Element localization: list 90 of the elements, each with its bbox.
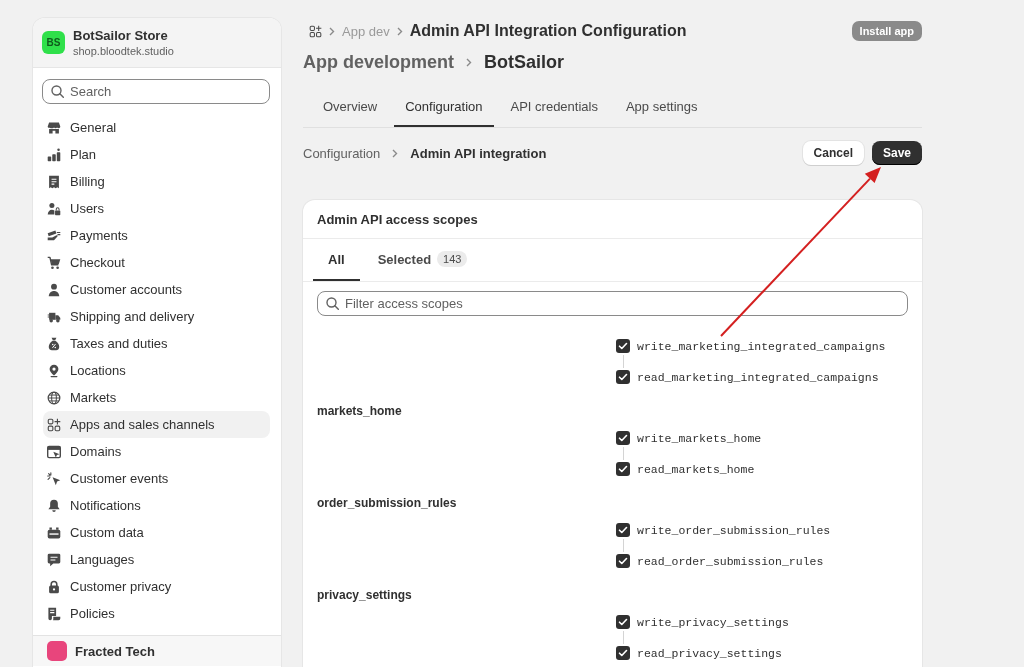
scope-group-name: markets_home <box>317 403 402 419</box>
sidebar-item[interactable]: Plan <box>43 141 270 168</box>
sidebar-item[interactable]: Custom data <box>43 519 270 546</box>
store-domain: shop.bloodtek.studio <box>73 44 174 58</box>
sidebar-item[interactable]: Customer events <box>43 465 270 492</box>
checkbox[interactable] <box>616 462 630 476</box>
chevron-right-icon <box>466 57 472 67</box>
users-icon <box>47 201 61 216</box>
sidebar-item[interactable]: Languages <box>43 546 270 573</box>
bar-chart-icon <box>47 147 61 162</box>
store-switcher[interactable]: Fracted Tech <box>33 635 281 666</box>
sidebar-item[interactable]: Apps and sales channels <box>43 411 270 438</box>
page-title: BotSailor <box>484 51 565 73</box>
count-badge: 143 <box>437 251 468 267</box>
tab[interactable]: API credentials <box>499 88 609 127</box>
chevron-right-icon <box>396 26 403 36</box>
card-title: Admin API access scopes <box>317 211 478 227</box>
tab[interactable]: Overview <box>312 88 389 127</box>
scope-label: write_marketing_integrated_campaigns <box>637 339 886 353</box>
scope-group-name: order_submission_rules <box>317 495 457 511</box>
scope-label: read_markets_home <box>637 462 755 476</box>
checkbox[interactable] <box>616 554 630 568</box>
sidebar-item[interactable]: Billing <box>43 168 270 195</box>
sidebar-item[interactable]: Locations <box>43 357 270 384</box>
checkbox[interactable] <box>616 523 630 537</box>
search-field[interactable]: Search <box>42 79 270 104</box>
money-bag-icon <box>47 336 61 351</box>
sidebar-item[interactable]: Notifications <box>43 492 270 519</box>
speech-bubble-icon <box>47 552 61 567</box>
store-icon <box>47 120 61 135</box>
sidebar-item[interactable]: Customer privacy <box>43 573 270 600</box>
apps-icon <box>47 417 61 432</box>
search-icon <box>326 297 339 310</box>
scope-label: read_marketing_integrated_campaigns <box>637 370 879 384</box>
browser-window-icon <box>47 444 61 459</box>
globe-icon <box>47 390 61 405</box>
scope-group-name: privacy_settings <box>317 587 412 603</box>
store-name: Fracted Tech <box>75 643 155 659</box>
connector-line <box>622 631 624 644</box>
checkbox[interactable] <box>616 646 630 660</box>
cancel-button[interactable]: Cancel <box>802 141 864 165</box>
checkbox[interactable] <box>616 431 630 445</box>
breadcrumb-link[interactable]: App development <box>303 51 454 73</box>
save-button[interactable]: Save <box>871 141 922 165</box>
hand-card-icon <box>47 228 61 243</box>
chevron-right-icon <box>329 26 335 36</box>
scope-label: read_privacy_settings <box>637 646 782 660</box>
section-title: Admin API integration <box>410 145 547 161</box>
person-icon <box>47 282 61 297</box>
tray-icon <box>47 525 61 540</box>
receipt-icon <box>47 174 61 189</box>
search-icon <box>51 85 64 98</box>
breadcrumb-current: Admin API Integration Configuration <box>409 22 687 40</box>
lock-icon <box>47 579 61 594</box>
sidebar-item[interactable]: Markets <box>43 384 270 411</box>
cart-icon <box>47 255 61 270</box>
sidebar-item[interactable]: Shipping and delivery <box>43 303 270 330</box>
sidebar-item[interactable]: Domains <box>43 438 270 465</box>
bell-icon <box>47 498 61 513</box>
chevron-right-icon <box>392 148 399 158</box>
sidebar-item[interactable]: General <box>43 114 270 141</box>
avatar-icon <box>47 641 67 661</box>
apps-icon[interactable] <box>309 24 322 38</box>
filter-tab[interactable]: Selected 143 <box>362 239 483 281</box>
checkbox[interactable] <box>616 370 630 384</box>
sidebar-item[interactable]: Payments <box>43 222 270 249</box>
tab[interactable]: Configuration <box>394 88 494 127</box>
sidebar-item[interactable]: Taxes and duties <box>43 330 270 357</box>
store-name: BotSailor Store <box>73 27 169 43</box>
checkbox[interactable] <box>616 615 630 629</box>
scope-label: read_order_submission_rules <box>637 554 824 568</box>
connector-line <box>622 539 624 552</box>
scope-label: write_order_submission_rules <box>637 523 831 537</box>
sidebar-item[interactable]: Checkout <box>43 249 270 276</box>
scope-label: write_privacy_settings <box>637 615 789 629</box>
checkbox[interactable] <box>616 339 630 353</box>
sidebar-item[interactable]: Policies <box>43 600 270 627</box>
sidebar-item[interactable]: Users <box>43 195 270 222</box>
scroll-icon <box>47 606 61 621</box>
filter-tab[interactable]: All <box>313 239 360 281</box>
tab[interactable]: App settings <box>614 88 709 127</box>
cursor-click-icon <box>47 471 61 486</box>
breadcrumb-link[interactable]: Configuration <box>303 145 381 161</box>
sidebar-item[interactable]: Customer accounts <box>43 276 270 303</box>
map-pin-icon <box>47 363 61 378</box>
connector-line <box>622 355 624 368</box>
connector-line <box>622 447 624 460</box>
scope-label: write_markets_home <box>637 431 762 445</box>
store-avatar: BS <box>42 31 65 54</box>
filter-field[interactable]: Filter access scopes <box>317 291 908 316</box>
